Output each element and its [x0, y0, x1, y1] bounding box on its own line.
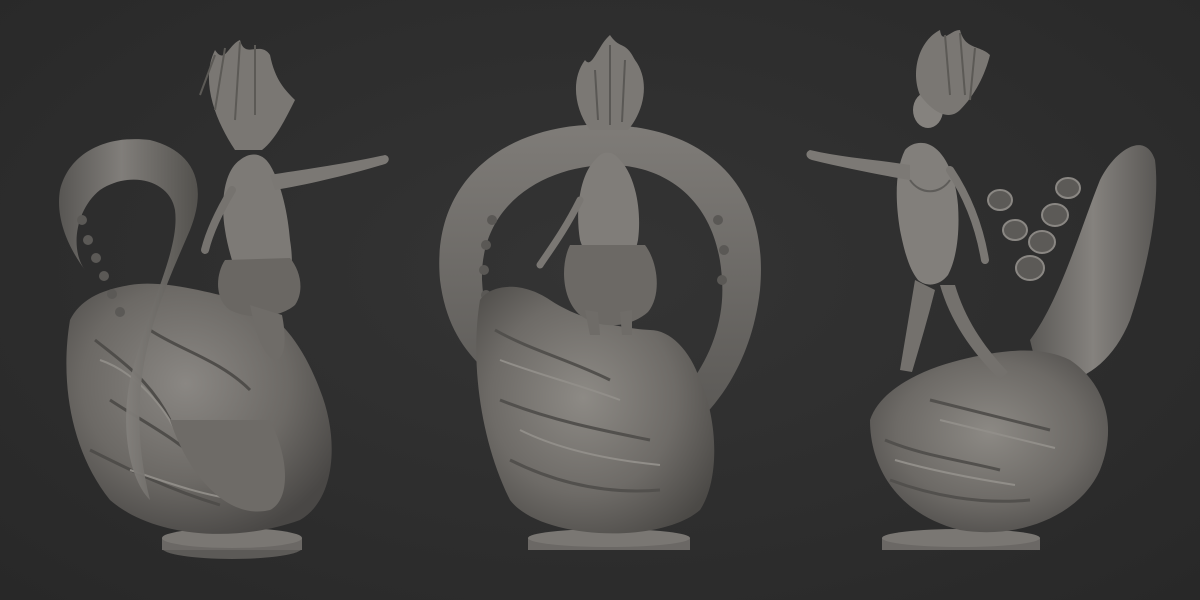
wave-base — [870, 350, 1109, 533]
tentacle-arch — [1030, 145, 1157, 383]
sculpture-view-back — [400, 0, 800, 600]
wave-base — [66, 283, 332, 534]
base-disc — [882, 529, 1040, 547]
sculpture-view-back-three-quarter — [0, 0, 400, 600]
figure-skirt — [564, 245, 657, 326]
render-canvas — [0, 0, 1200, 600]
figure-skirt — [218, 258, 301, 317]
figure-hair — [208, 40, 295, 150]
figure-body — [896, 142, 959, 285]
sculpture-back-render — [439, 35, 761, 550]
sculpture-front-three-quarter-render — [806, 30, 1157, 550]
sculpture-view-front-three-quarter — [800, 0, 1200, 600]
tentacle-suckers — [987, 177, 1081, 281]
sculpture-back-three-quarter-render — [59, 40, 389, 559]
figure-arm — [806, 150, 910, 180]
figure-hair — [916, 30, 990, 115]
figure-arm — [270, 155, 389, 190]
